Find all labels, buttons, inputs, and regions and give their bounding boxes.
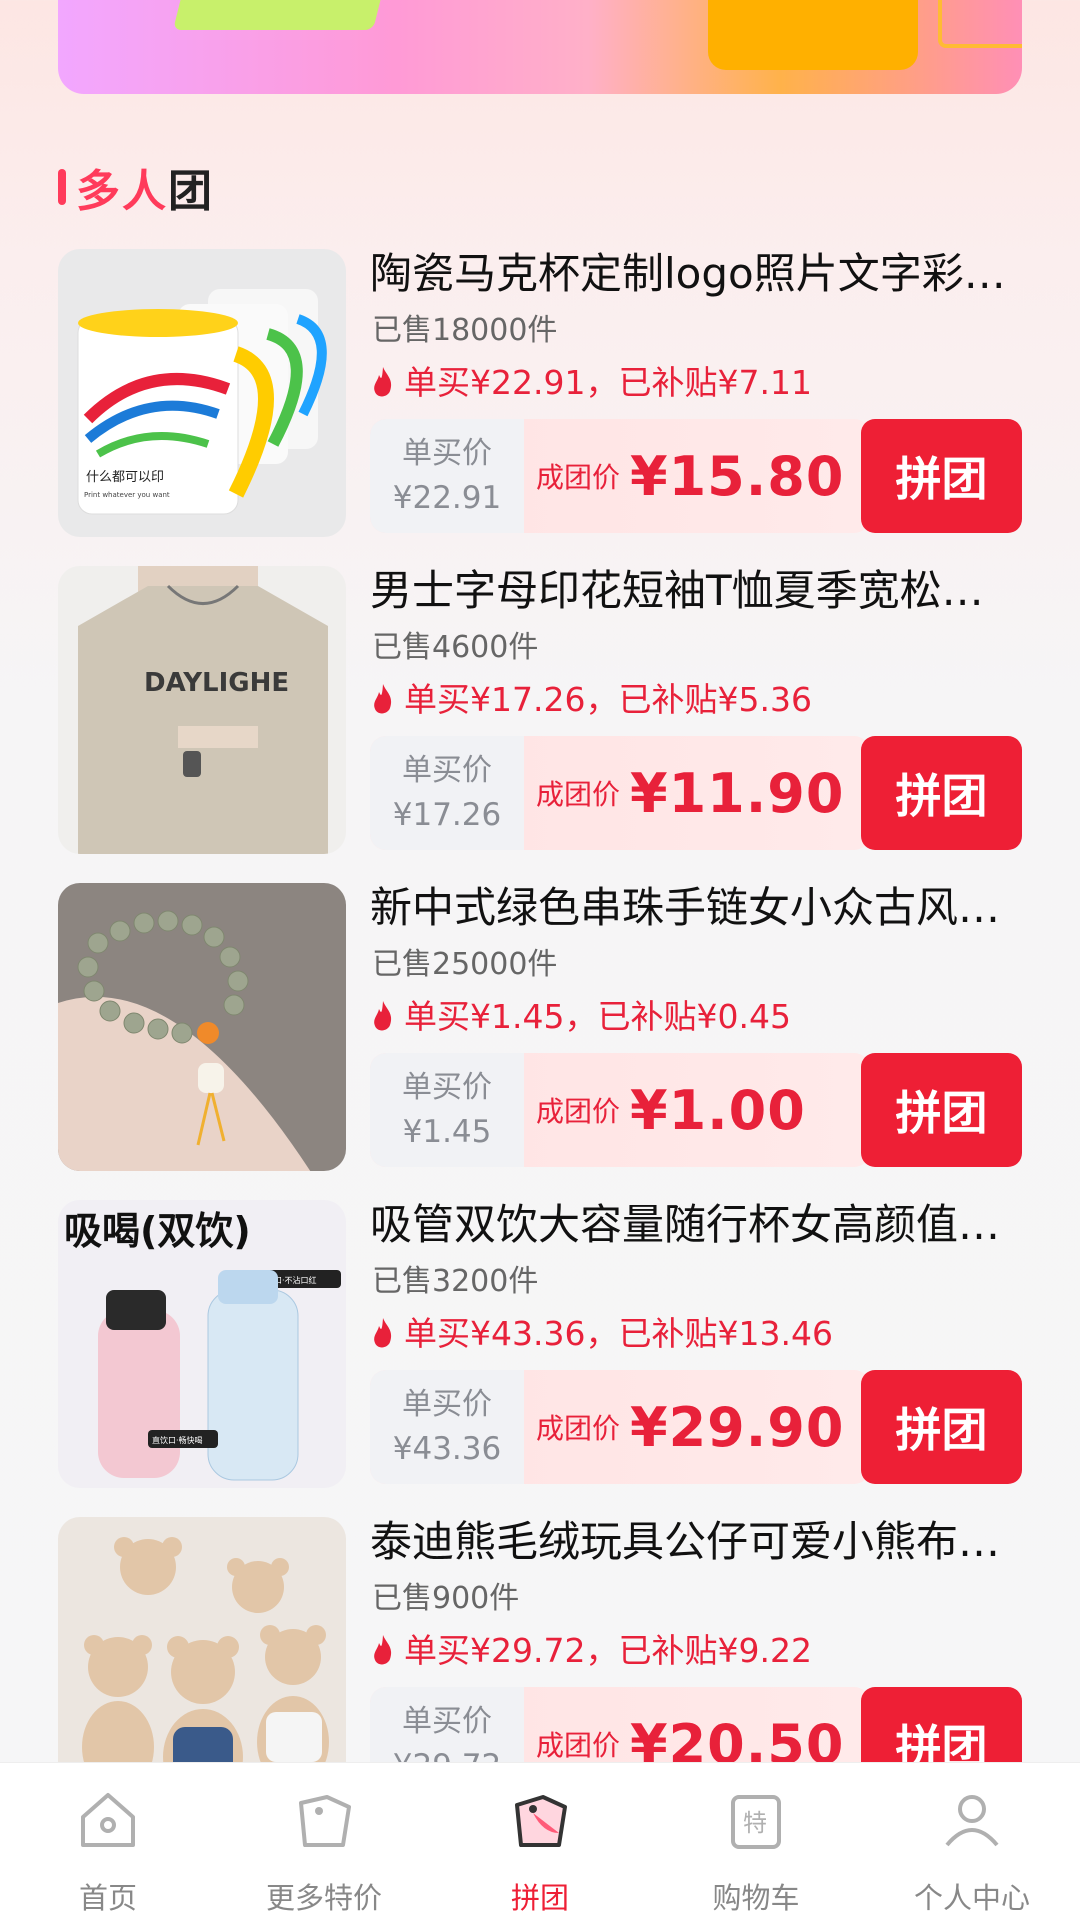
single-price-value: ¥43.36 [392, 1431, 502, 1467]
single-price-label: 单买价 [402, 436, 492, 471]
svg-text:直饮口·畅快喝: 直饮口·畅快喝 [152, 1435, 203, 1445]
product-item[interactable]: 什么都可以印 Print whatever you want 陶瓷马克杯定制lo… [0, 245, 1080, 545]
flame-icon [374, 684, 392, 714]
section-title-bar [58, 169, 66, 205]
price-bar: 单买价 ¥43.36 成团价 ¥29.90 [370, 1370, 870, 1484]
group-buy-button[interactable]: 拼团 [861, 736, 1022, 850]
product-title[interactable]: 新中式绿色串珠手链女小众古风… [370, 879, 1020, 937]
group-price-label: 成团价 [536, 778, 621, 811]
subsidy-text: 单买¥17.26，已补贴¥5.36 [404, 680, 812, 719]
subsidy-info: 单买¥22.91，已补贴¥7.11 [372, 361, 812, 405]
price-bar: 单买价 ¥22.91 成团价 ¥15.80 [370, 419, 870, 533]
subsidy-text: 单买¥43.36，已补贴¥13.46 [404, 1314, 833, 1353]
subsidy-info: 单买¥17.26，已补贴¥5.36 [372, 678, 812, 722]
single-price-box: 单买价 ¥17.26 [370, 736, 524, 850]
tab-cart[interactable]: 特 购物车 [648, 1763, 864, 1921]
single-price-label: 单买价 [402, 1704, 492, 1739]
section-title: 多人团 [58, 164, 214, 217]
subsidy-text: 单买¥22.91，已补贴¥7.11 [404, 363, 812, 402]
tab-more-deals[interactable]: 更多特价 [216, 1763, 432, 1921]
price-bar: 单买价 ¥1.45 成团价 ¥1.00 [370, 1053, 870, 1167]
product-title[interactable]: 陶瓷马克杯定制logo照片文字彩… [370, 245, 1020, 303]
group-buy-icon [515, 1795, 567, 1847]
group-buy-button[interactable]: 拼团 [861, 1370, 1022, 1484]
group-price: 成团价 ¥11.90 [536, 736, 844, 850]
subsidy-text: 单买¥1.45，已补贴¥0.45 [404, 997, 791, 1036]
sold-count: 已售18000件 [372, 313, 558, 348]
sold-count: 已售25000件 [372, 947, 558, 982]
banner-cart-illustration [938, 0, 1022, 48]
special-bag-icon: 特 [731, 1795, 781, 1849]
price-tag-icon [299, 1795, 351, 1847]
tab-label: 首页 [78, 1881, 137, 1915]
flame-icon [374, 1001, 392, 1031]
single-price-value: ¥22.91 [392, 480, 502, 516]
product-title[interactable]: 男士字母印花短袖T恤夏季宽松… [370, 562, 1020, 620]
svg-text:什么都可以印: 什么都可以印 [86, 470, 164, 485]
group-buy-button[interactable]: 拼团 [861, 419, 1022, 533]
group-price-value: ¥11.90 [630, 761, 845, 825]
product-title[interactable]: 泰迪熊毛绒玩具公仔可爱小熊布… [370, 1513, 1020, 1571]
single-price-box: 单买价 ¥43.36 [370, 1370, 524, 1484]
subsidy-info: 单买¥43.36，已补贴¥13.46 [372, 1312, 833, 1356]
sold-count: 已售900件 [372, 1581, 520, 1616]
product-item[interactable]: 吸喝(双饮) 吸管口·不沾口红 直饮口·畅快喝 吸管双饮大容量随行杯女高颜值… … [0, 1196, 1080, 1496]
user-icon [945, 1795, 999, 1847]
section-title-text: 多人团 [76, 166, 214, 217]
tab-label: 更多特价 [265, 1881, 382, 1915]
group-price: 成团价 ¥29.90 [536, 1370, 844, 1484]
single-price-box: 单买价 ¥22.91 [370, 419, 524, 533]
product-image-tshirt[interactable]: DAYLIGHE [58, 566, 346, 854]
price-bar: 单买价 ¥17.26 成团价 ¥11.90 [370, 736, 870, 850]
single-price-label: 单买价 [402, 1070, 492, 1105]
subsidy-text: 单买¥29.72，已补贴¥9.22 [404, 1631, 812, 1670]
sold-count: 已售4600件 [372, 630, 539, 665]
group-buy-button[interactable]: 拼团 [861, 1053, 1022, 1167]
tab-profile[interactable]: 个人中心 [864, 1763, 1080, 1921]
single-price-box: 单买价 ¥1.45 [370, 1053, 524, 1167]
home-icon [81, 1793, 135, 1847]
flame-icon [374, 367, 392, 397]
bottom-tab-bar: 首页 更多特价 拼团 特 购物车 个人中心 [0, 1762, 1080, 1921]
subsidy-info: 单买¥1.45，已补贴¥0.45 [372, 995, 791, 1039]
product-item[interactable]: 新中式绿色串珠手链女小众古风… 已售25000件 单买¥1.45，已补贴¥0.4… [0, 879, 1080, 1179]
single-price-value: ¥1.45 [402, 1114, 492, 1150]
group-price-value: ¥1.00 [630, 1078, 806, 1142]
product-image-bracelet[interactable] [58, 883, 346, 1171]
tab-label: 购物车 [712, 1881, 800, 1915]
promo-banner[interactable] [58, 0, 1022, 94]
tab-label: 个人中心 [913, 1881, 1030, 1915]
svg-text:特: 特 [743, 1809, 767, 1837]
group-price-label: 成团价 [536, 1412, 621, 1445]
tab-home[interactable]: 首页 [0, 1763, 216, 1921]
product-image-bottle[interactable]: 吸喝(双饮) 吸管口·不沾口红 直饮口·畅快喝 [58, 1200, 346, 1488]
svg-text:Print whatever you want: Print whatever you want [84, 491, 170, 499]
product-title[interactable]: 吸管双饮大容量随行杯女高颜值… [370, 1196, 1020, 1254]
single-price-label: 单买价 [402, 753, 492, 788]
group-price-value: ¥29.90 [630, 1395, 845, 1459]
subsidy-info: 单买¥29.72，已补贴¥9.22 [372, 1629, 812, 1673]
group-price: 成团价 ¥1.00 [536, 1053, 806, 1167]
product-image-mug[interactable]: 什么都可以印 Print whatever you want [58, 249, 346, 537]
svg-text:DAYLIGHE: DAYLIGHE [144, 668, 289, 698]
banner-badge [173, 0, 383, 30]
banner-gift-box [708, 0, 918, 70]
single-price-label: 单买价 [402, 1387, 492, 1422]
group-price-label: 成团价 [536, 461, 621, 494]
group-price-label: 成团价 [536, 1729, 621, 1762]
flame-icon [374, 1635, 392, 1665]
group-price: 成团价 ¥15.80 [536, 419, 844, 533]
sold-count: 已售3200件 [372, 1264, 539, 1299]
svg-text:吸喝(双饮): 吸喝(双饮) [64, 1209, 251, 1253]
product-item[interactable]: DAYLIGHE 男士字母印花短袖T恤夏季宽松… 已售4600件 单买¥17.2… [0, 562, 1080, 862]
tab-group-buy[interactable]: 拼团 [432, 1763, 648, 1921]
flame-icon [374, 1318, 392, 1348]
group-price-label: 成团价 [536, 1095, 621, 1128]
group-price-value: ¥15.80 [630, 444, 845, 508]
single-price-value: ¥17.26 [392, 797, 502, 833]
tab-label: 拼团 [510, 1881, 569, 1915]
